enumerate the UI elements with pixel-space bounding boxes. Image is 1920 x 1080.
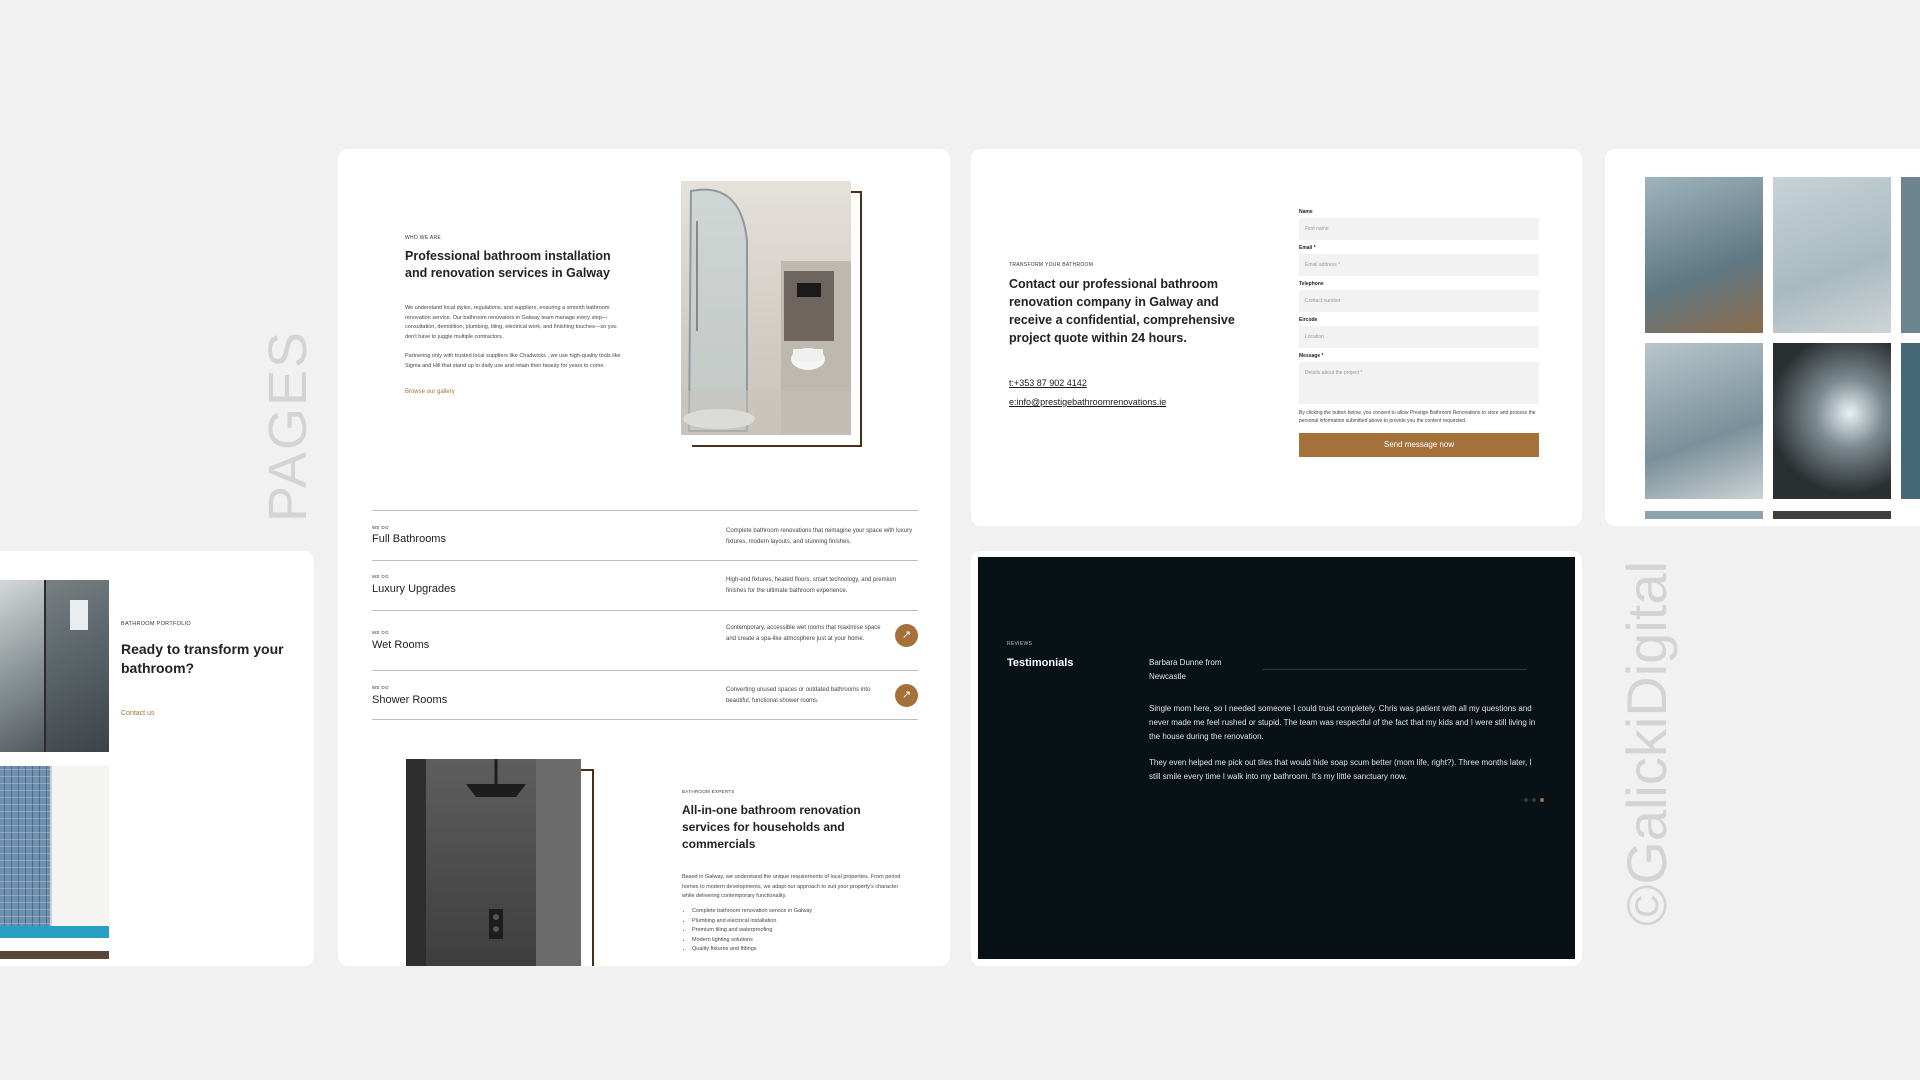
consent-text: By clicking the button below, you consen… [1299,410,1536,424]
gallery-photo[interactable] [1645,511,1763,519]
email-label: Email * [1299,245,1316,251]
bullet-item: Quality fixtures and fittings [692,945,902,955]
service-description: Converting unused spaces or outdated bat… [726,687,871,704]
service-title: Wet Rooms [372,639,430,651]
telephone-input[interactable]: Contact number [1299,290,1539,312]
reviews-eyebrow: REVIEWS [1007,641,1033,647]
portfolio-photo[interactable] [0,951,109,959]
review-author: Barbara Dunne from Newcastle [1149,658,1222,681]
carousel-dots [1524,789,1544,807]
pages-label: PAGES [258,329,318,522]
contact-email-link[interactable]: e:info@prestigebathroomrenovations.ie [1009,397,1166,407]
service-row-shower-rooms[interactable]: WE DO Shower Rooms Converting unused spa… [372,670,918,720]
experts-shower-photo [406,759,581,966]
portfolio-title: Ready to transform your bathroom? [121,641,284,676]
gallery-photo[interactable] [1773,343,1891,499]
contact-page-card: TRANSFORM YOUR BATHROOM Contact our prof… [971,149,1582,526]
carousel-dot[interactable] [1532,798,1536,802]
contact-us-link[interactable]: Contact us [121,710,154,717]
gallery-photo[interactable] [1901,177,1920,333]
contact-eyebrow: TRANSFORM YOUR BATHROOM [1009,262,1094,268]
arrow-up-right-icon: ↗ [901,689,912,701]
experts-eyebrow: BATHROOM EXPERTS [682,789,735,794]
browse-gallery-link[interactable]: Browse our gallery [405,389,455,395]
gallery-photo[interactable] [1901,343,1920,499]
service-title: Shower Rooms [372,694,448,706]
bullet-item: Complete bathroom renovation service in … [692,907,902,917]
service-description: Contemporary, accessible wet rooms that … [726,625,881,642]
carousel-dot[interactable] [1524,798,1528,802]
about-paragraph-2: Partnering only with trusted local suppl… [405,353,621,369]
glass-shower-illustration [44,580,109,752]
portfolio-page-card: BATHROOM PORTFOLIO Ready to transform yo… [0,551,314,966]
service-description: Complete bathroom renovations that reima… [726,528,913,545]
service-arrow-button[interactable]: ↗ [895,684,918,707]
name-input[interactable]: First name [1299,218,1539,240]
telephone-label: Telephone [1299,281,1324,287]
about-page-card: WHO WE ARE Professional bathroom install… [338,149,950,966]
arrow-up-right-icon: ↗ [901,629,912,641]
testimonials-title: Testimonials [1007,657,1074,669]
contact-phone-link[interactable]: t:+353 87 902 4142 [1009,378,1087,388]
portfolio-photo-shower[interactable] [0,580,109,752]
bullet-item: Plumbing and electrical installation [692,917,902,927]
gallery-photo[interactable] [1773,177,1891,333]
review-paragraph-1: Single mom here, so I needed someone I c… [1149,704,1536,741]
gallery-photo[interactable] [1645,343,1763,499]
rain-shower-illustration [406,759,581,966]
bullet-item: Premium tiling and waterproofing [692,926,902,936]
about-paragraph-1: We understand local styles, regulations,… [405,305,617,340]
service-eyebrow: WE DO [372,574,389,579]
service-eyebrow: WE DO [372,525,389,530]
eircode-label: Eircode [1299,317,1318,323]
portfolio-eyebrow: BATHROOM PORTFOLIO [121,621,191,627]
review-divider [1263,669,1527,670]
service-eyebrow: WE DO [372,630,389,635]
service-title: Full Bathrooms [372,533,446,545]
email-input[interactable]: Email address * [1299,254,1539,276]
gallery-photo[interactable] [1645,177,1763,333]
about-shower-photo [681,181,851,435]
review-paragraph-2: They even helped me pick out tiles that … [1149,758,1532,781]
gallery-photo[interactable] [1773,511,1891,519]
message-textarea[interactable]: Details about the project * [1299,362,1539,404]
testimonials-dark-panel: REVIEWS Testimonials Barbara Dunne from … [978,557,1575,959]
service-title: Luxury Upgrades [372,583,456,595]
watermark-label: ©GalickiDigital [1615,561,1678,926]
gallery-page-card [1605,149,1920,526]
service-description: High-end fixtures, heated floors, smart … [726,577,897,594]
experts-bullet-list: Complete bathroom renovation service in … [682,907,902,955]
about-title: Professional bathroom installation and r… [405,249,611,280]
bullet-item: Modern lighting solutions [692,936,902,946]
carousel-dot-active[interactable] [1540,798,1544,802]
contact-form: Name First name Email * Email address * … [1299,209,1539,457]
send-message-button[interactable]: Send message now [1299,433,1539,457]
message-label: Message * [1299,353,1324,359]
experts-paragraph: Based in Galway, we understand the uniqu… [682,874,901,899]
service-row-wet-rooms[interactable]: WE DO Wet Rooms Contemporary, accessible… [372,610,918,670]
contact-title: Contact our professional bathroom renova… [1009,277,1235,345]
portfolio-photo-mosaic[interactable] [0,766,109,938]
service-row-full-bathrooms[interactable]: WE DO Full Bathrooms Complete bathroom r… [372,510,918,560]
service-arrow-button[interactable]: ↗ [895,624,918,647]
eircode-input[interactable]: Location [1299,326,1539,348]
service-eyebrow: WE DO [372,685,389,690]
about-eyebrow: WHO WE ARE [405,235,442,241]
name-label: Name [1299,209,1313,215]
testimonials-page-card: REVIEWS Testimonials Barbara Dunne from … [971,551,1582,966]
experts-title: All-in-one bathroom renovation services … [682,803,861,851]
shower-enclosure-illustration [681,188,851,435]
service-row-luxury-upgrades[interactable]: WE DO Luxury Upgrades High-end fixtures,… [372,560,918,610]
